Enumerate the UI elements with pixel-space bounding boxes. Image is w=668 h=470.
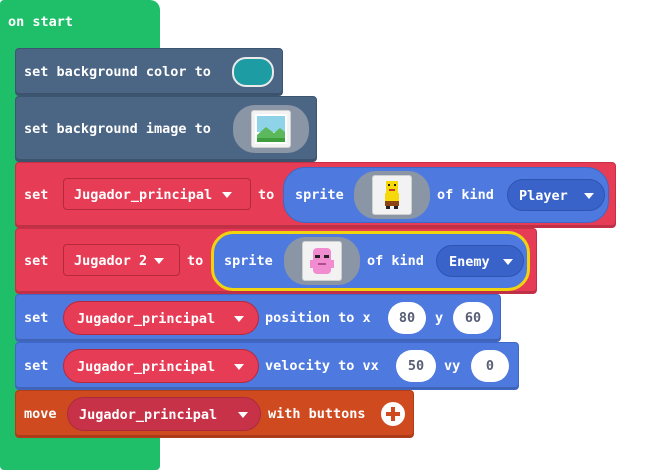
chevron-down-icon [234,364,244,370]
plus-icon[interactable] [381,402,405,426]
set-background-color-label: set background color to [24,64,211,80]
x-number-input[interactable]: 80 [388,302,426,334]
vy-number-input[interactable]: 0 [471,350,509,382]
variable-dropdown-label: Jugador_principal [79,407,218,423]
y-number-input[interactable]: 60 [453,302,493,334]
on-start-label: on start [8,14,74,30]
vx-number-input[interactable]: 50 [396,350,436,382]
variable-dropdown-jugador-principal[interactable]: Jugador_principal [67,397,261,431]
set-label: set [24,187,49,203]
set-label: set [24,358,49,374]
enemy-sprite-icon [302,241,342,281]
velocity-to-vx-label: velocity to vx [265,358,379,374]
with-buttons-label: with buttons [268,406,366,422]
chevron-down-icon [584,193,594,199]
chevron-down-icon [222,192,232,198]
variable-dropdown-label: Jugador_principal [77,359,216,375]
of-kind-label: of kind [437,187,494,203]
kind-dropdown-enemy[interactable]: Enemy [436,245,524,277]
to-label: to [258,187,275,203]
variable-dropdown-jugador-principal[interactable]: Jugador_principal [63,178,251,210]
variable-dropdown-label: Jugador_principal [77,311,216,327]
sprite-label: sprite [295,187,344,203]
kind-dropdown-label: Enemy [449,254,490,270]
variable-dropdown-label: Jugador_principal [74,187,213,203]
chevron-down-icon [154,258,164,264]
chevron-down-icon [238,412,248,418]
set-label: set [24,253,49,269]
chevron-down-icon [234,316,244,322]
set-background-image-label: set background image to [24,121,211,137]
variable-dropdown-label: Jugador 2 [74,253,148,269]
move-label: move [24,406,57,422]
chevron-down-icon [503,259,513,265]
of-kind-label: of kind [367,253,424,269]
player-sprite-icon [372,175,412,215]
sprite-label: sprite [224,253,273,269]
landscape-image-icon [251,110,291,148]
kind-dropdown-label: Player [519,188,568,204]
kind-dropdown-player[interactable]: Player [507,179,605,211]
vy-label: vy [444,358,461,374]
y-label: y [435,310,444,326]
variable-dropdown-jugador-principal[interactable]: Jugador_principal [63,301,259,335]
background-color-picker[interactable] [232,57,274,87]
set-label: set [24,310,49,326]
variable-dropdown-jugador-2[interactable]: Jugador 2 [63,244,180,276]
variable-dropdown-jugador-principal[interactable]: Jugador_principal [63,349,259,383]
to-label: to [187,253,204,269]
position-to-x-label: position to x [265,310,371,326]
